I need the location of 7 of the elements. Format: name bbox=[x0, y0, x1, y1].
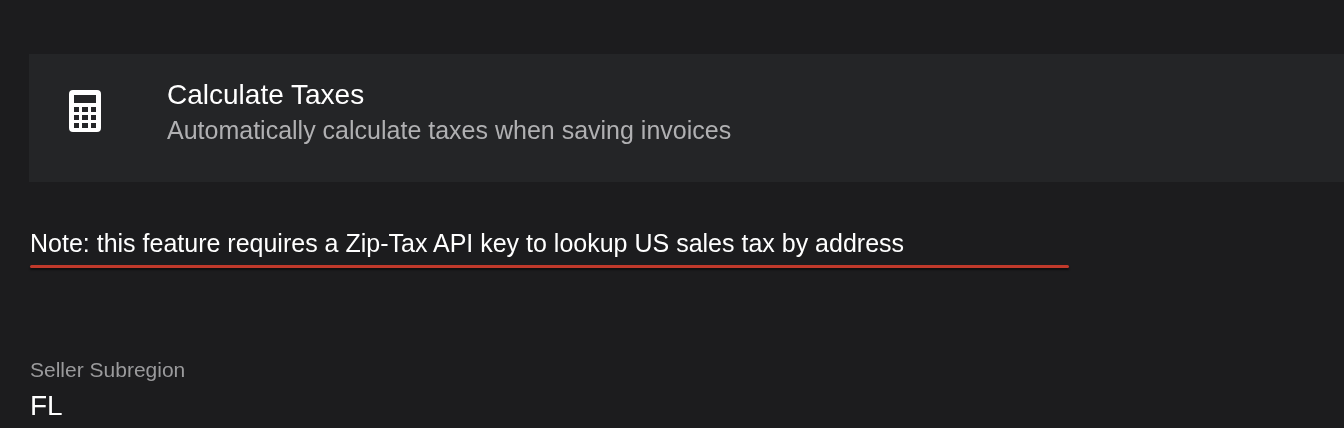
setting-description: Automatically calculate taxes when saving invoices bbox=[167, 115, 732, 145]
setting-title: Calculate Taxes bbox=[167, 79, 366, 111]
field-value: FL bbox=[30, 390, 64, 422]
note-text: Note: this feature requires a Zip-Tax API key to lookup US sales tax by address bbox=[30, 228, 906, 258]
calculator-icon bbox=[69, 90, 101, 132]
field-label: Seller Subregion bbox=[30, 358, 187, 382]
setting-card[interactable]: Calculate Taxes Automatically calculate taxes when saving invoices bbox=[29, 54, 1344, 182]
